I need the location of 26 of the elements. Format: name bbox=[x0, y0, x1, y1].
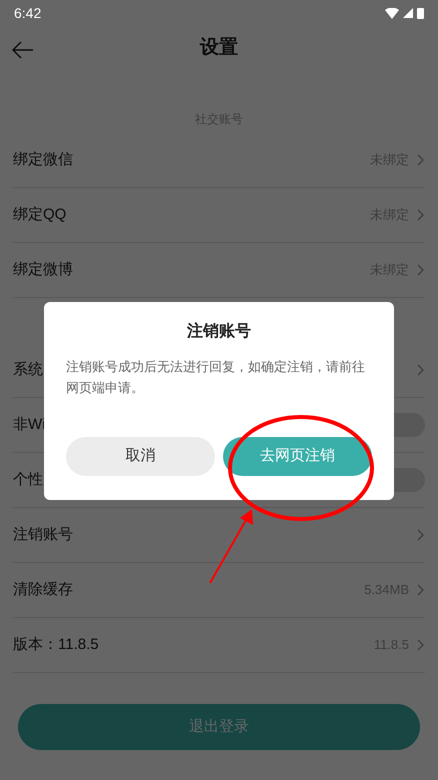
back-arrow-icon[interactable] bbox=[12, 40, 34, 59]
row-label: 绑定微信 bbox=[13, 150, 73, 170]
chevron-icon bbox=[417, 584, 425, 596]
cancel-button[interactable]: 取消 bbox=[66, 437, 215, 476]
logout-button[interactable]: 退出登录 bbox=[18, 704, 420, 750]
row-label: 绑定微博 bbox=[13, 260, 73, 280]
chevron-icon bbox=[417, 364, 425, 376]
chevron-icon bbox=[417, 264, 425, 276]
row-label: 绑定QQ bbox=[13, 204, 66, 225]
chevron-icon bbox=[417, 639, 425, 651]
battery-icon bbox=[417, 7, 424, 19]
row-label: 系统 bbox=[13, 360, 43, 380]
dialog-title: 注销账号 bbox=[186, 321, 252, 342]
row-label: 版本：11.8.5 bbox=[13, 634, 99, 655]
wifi-icon bbox=[385, 8, 399, 18]
row-label: 注销账号 bbox=[13, 524, 73, 545]
status-time: 6:42 bbox=[14, 4, 42, 22]
page-title: 设置 bbox=[200, 36, 238, 60]
chevron-icon bbox=[417, 209, 425, 221]
confirm-button[interactable]: 去网页注销 bbox=[223, 437, 372, 476]
row-label: 个性 bbox=[13, 470, 43, 490]
signal-icon bbox=[403, 8, 413, 18]
dialog-message: 注销账号成功后无法进行回复，如确定注销，请前往网页端申请。 bbox=[66, 358, 366, 397]
chevron-icon bbox=[417, 529, 425, 541]
row-label: 清除缓存 bbox=[13, 580, 73, 600]
chevron-icon bbox=[417, 154, 425, 166]
